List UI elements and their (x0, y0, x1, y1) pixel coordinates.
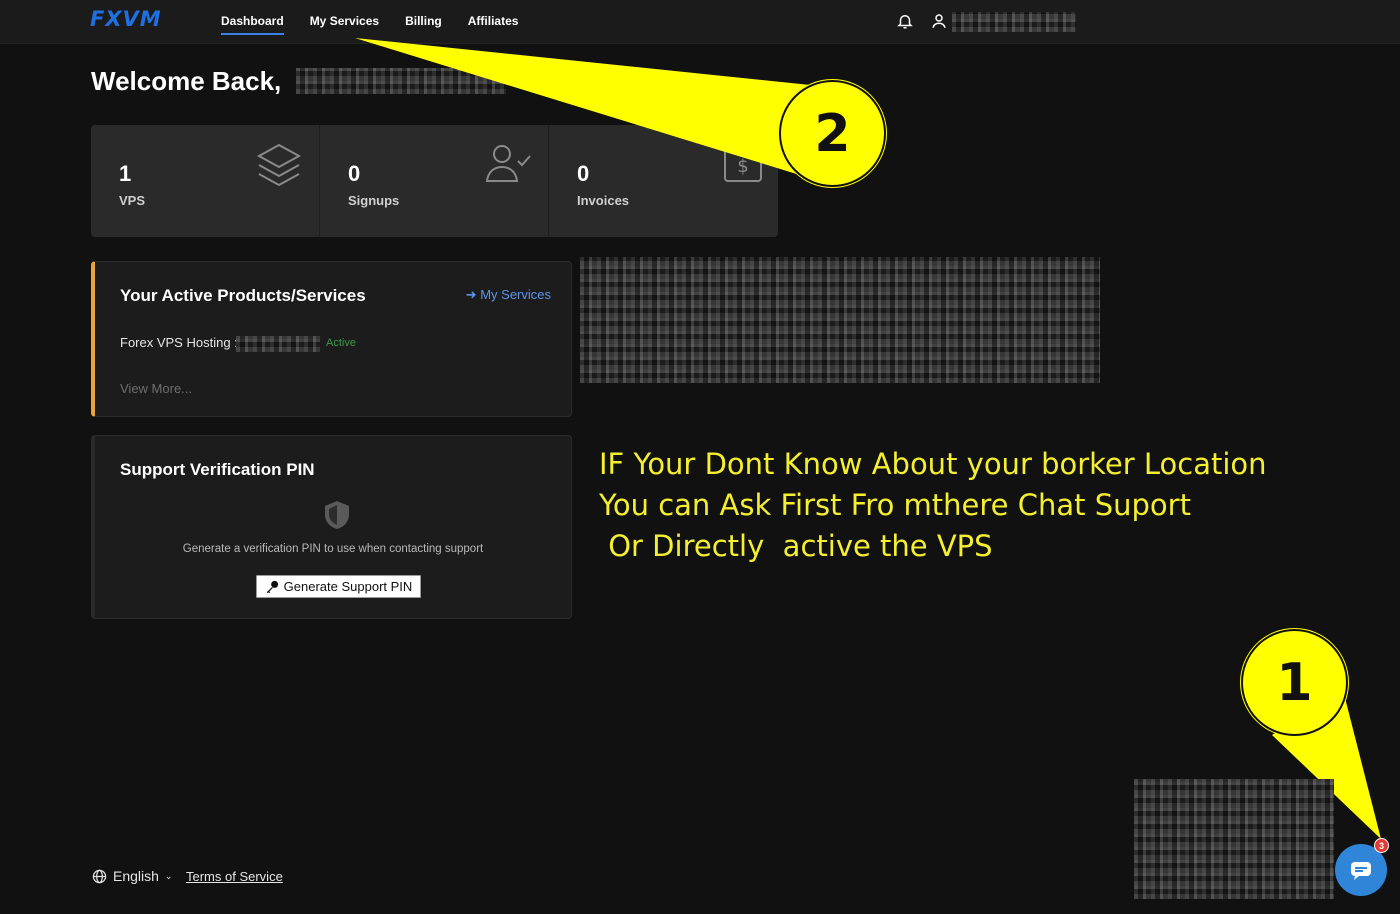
support-pin-card: Support Verification PIN Generate a veri… (91, 435, 572, 619)
language-selector[interactable]: English ⌄ (92, 868, 172, 884)
stat-label: VPS (119, 193, 146, 208)
redacted-chat-popup (1134, 779, 1334, 899)
view-more-link[interactable]: View More... (120, 381, 192, 396)
stats-panel: 1 VPS 0 Signups 0 Invoices $ (91, 125, 778, 237)
stat-label: Signups (348, 193, 400, 208)
pin-description: Generate a verification PIN to use when … (182, 543, 484, 555)
status-badge: Active (326, 337, 356, 349)
redacted-region (580, 257, 1100, 383)
chat-unread-badge: 3 (1374, 838, 1389, 853)
annotation-line: Or Directly active the VPS (599, 529, 993, 563)
button-label: Generate Support PIN (283, 579, 413, 594)
link-label: My Services (480, 287, 551, 302)
key-icon (266, 580, 278, 593)
top-navigation-bar: FXVM Dashboard My Services Billing Affil… (0, 0, 1400, 44)
my-services-link[interactable]: ➜ My Services (466, 287, 551, 303)
nav-billing[interactable]: Billing (405, 0, 442, 44)
generate-support-pin-button[interactable]: Generate Support PIN (256, 575, 421, 598)
main-nav: Dashboard My Services Billing Affiliates (221, 0, 544, 44)
stat-signups[interactable]: 0 Signups (320, 125, 549, 237)
redacted-product-id (236, 336, 320, 352)
arrow-right-icon: ➜ (465, 287, 477, 302)
chevron-down-icon: ⌄ (164, 870, 173, 881)
invoice-dollar-icon: $ (724, 146, 762, 182)
language-label: English (113, 868, 159, 884)
stat-invoices[interactable]: 0 Invoices $ (549, 125, 778, 237)
product-name[interactable]: Forex VPS Hosting : (120, 335, 238, 350)
terms-of-service-link[interactable]: Terms of Service (186, 869, 283, 884)
chat-icon (1351, 862, 1371, 880)
stat-value: 1 (119, 161, 132, 186)
annotation-line: You can Ask First Fro mthere Chat Suport (599, 488, 1191, 522)
stat-label: Invoices (577, 193, 630, 208)
redacted-user-name (296, 68, 506, 94)
user-icon[interactable] (930, 12, 948, 30)
globe-icon (92, 869, 107, 883)
card-title: Your Active Products/Services (120, 286, 366, 305)
card-title: Support Verification PIN (120, 460, 315, 479)
callout-number-1: 1 (1241, 629, 1348, 736)
annotation-line: IF Your Dont Know About your borker Loca… (599, 447, 1267, 481)
nav-my-services[interactable]: My Services (310, 0, 379, 44)
bell-icon[interactable] (896, 12, 914, 30)
fxvm-logo[interactable]: FXVM (90, 7, 162, 31)
page-title: Welcome Back, (91, 66, 282, 96)
annotation-note: IF Your Dont Know About your borker Loca… (599, 444, 1267, 567)
stat-value: 0 (577, 161, 590, 186)
layers-icon (256, 143, 302, 187)
stat-value: 0 (348, 161, 361, 186)
user-check-icon (485, 145, 531, 182)
callout-number-2: 2 (779, 80, 886, 187)
shield-icon (325, 501, 349, 529)
svg-text:$: $ (737, 156, 748, 177)
nav-dashboard[interactable]: Dashboard (221, 0, 284, 44)
nav-affiliates[interactable]: Affiliates (468, 0, 519, 44)
active-products-card: Your Active Products/Services ➜ My Servi… (91, 261, 572, 417)
redacted-username (952, 12, 1076, 32)
stat-vps[interactable]: 1 VPS (91, 125, 320, 237)
